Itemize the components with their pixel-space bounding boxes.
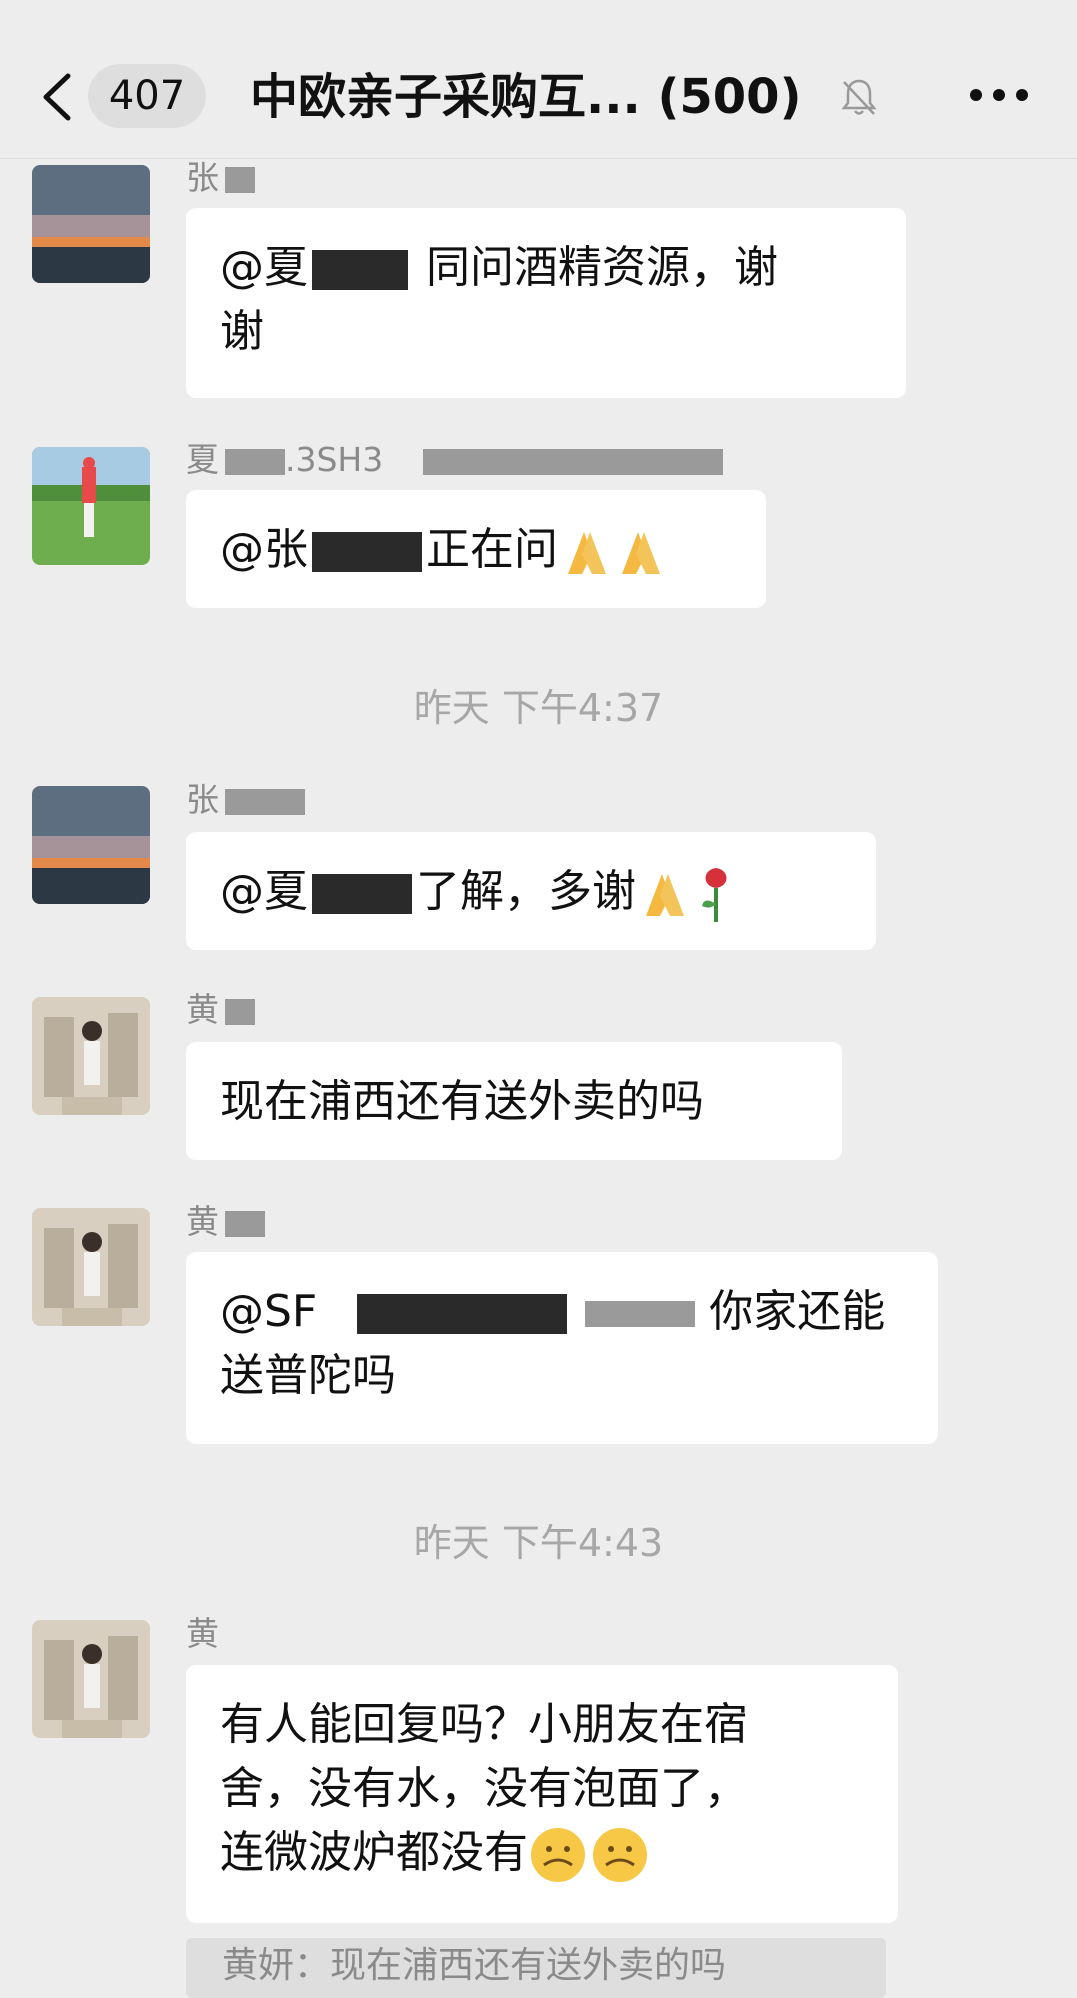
message-bubble[interactable]: @夏 同问酒精资源，谢 谢 — [186, 208, 906, 398]
pray-emoji — [646, 874, 684, 916]
redacted-name — [225, 448, 285, 475]
avatar[interactable] — [32, 165, 150, 283]
quoted-message[interactable]: 黄妍：现在浦西还有送外卖的吗 — [186, 1938, 886, 1998]
avatar[interactable] — [32, 1620, 150, 1738]
more-icon[interactable] — [968, 86, 1030, 104]
message-line: 现在浦西还有送外卖的吗 — [220, 1076, 704, 1127]
message-line: 谢 — [220, 306, 264, 357]
chat-title[interactable]: 中欧亲子采购互... (500) — [250, 62, 802, 132]
rose-emoji — [702, 868, 727, 922]
sender-name: 黄 — [186, 1202, 265, 1242]
message-line: @张 正在问 — [220, 518, 736, 582]
worried-emoji — [531, 1828, 647, 1882]
redacted-name — [225, 788, 305, 815]
sender-name: 黄 — [186, 1614, 219, 1653]
redacted-mention — [585, 1301, 696, 1327]
message-bubble[interactable]: 现在浦西还有送外卖的吗 — [186, 1042, 842, 1160]
message-line: 送普陀吗 — [220, 1350, 396, 1401]
avatar[interactable] — [32, 997, 150, 1115]
sender-name: 黄 — [186, 990, 255, 1030]
message-line: 连微波炉都没有 — [220, 1821, 868, 1885]
avatar[interactable] — [32, 1208, 150, 1326]
redacted-name — [225, 998, 255, 1025]
member-count: (500) — [657, 69, 802, 125]
timestamp: 昨天 下午4:43 — [413, 1521, 664, 1565]
redacted-mention — [312, 250, 408, 290]
message-bubble[interactable]: 有人能回复吗？小朋友在宿 舍，没有水，没有泡面了， 连微波炉都没有 — [186, 1665, 898, 1923]
pray-emoji — [568, 532, 660, 574]
timestamp: 昨天 下午4:37 — [413, 686, 664, 730]
redacted-mention — [357, 1294, 568, 1334]
mute-icon — [841, 79, 877, 115]
message-bubble[interactable]: @张 正在问 — [186, 490, 766, 608]
message-line: @夏 了解，多谢 — [220, 860, 846, 924]
chat-header: 407 中欧亲子采购互... (500) — [0, 0, 1077, 159]
back-icon[interactable] — [38, 72, 78, 122]
avatar[interactable] — [32, 447, 150, 565]
message-line: 有人能回复吗？小朋友在宿 — [220, 1699, 748, 1750]
sender-name: 张 — [186, 780, 305, 820]
redacted-name — [225, 1210, 265, 1237]
message-line: @夏 同问酒精资源，谢 — [220, 242, 778, 293]
redacted-name — [225, 166, 255, 193]
redacted-mention — [312, 874, 412, 914]
avatar[interactable] — [32, 786, 150, 904]
sender-name: 夏 .3SH3 — [186, 440, 724, 480]
message-bubble[interactable]: @SF 你家还能 送普陀吗 — [186, 1252, 938, 1444]
message-line: 舍，没有水，没有泡面了， — [220, 1763, 748, 1814]
sender-name: 张 — [186, 158, 255, 198]
unread-count-badge[interactable]: 407 — [88, 64, 206, 128]
message-bubble[interactable]: @夏 了解，多谢 — [186, 832, 876, 950]
redacted-name — [423, 448, 724, 475]
message-line: @SF 你家还能 — [220, 1286, 886, 1337]
redacted-mention — [312, 532, 422, 572]
group-name: 中欧亲子采购互... — [250, 69, 641, 125]
